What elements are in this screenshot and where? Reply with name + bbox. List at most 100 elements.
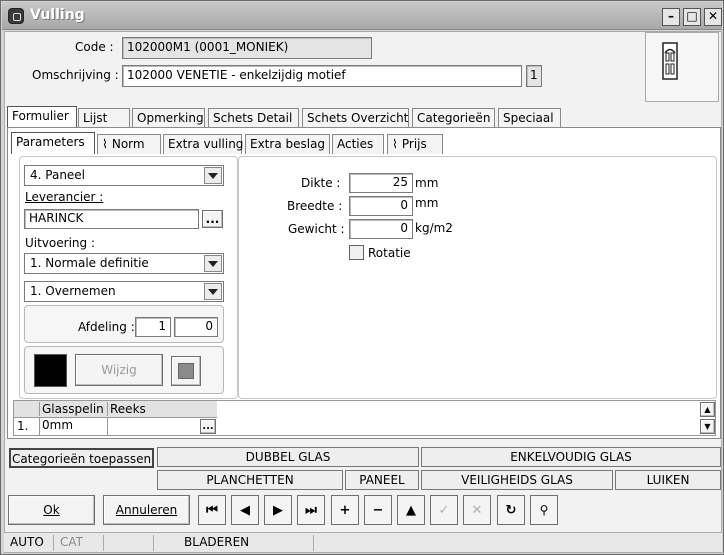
- dikte-field[interactable]: 25: [349, 173, 413, 193]
- close-icon[interactable]: ✕: [704, 8, 722, 26]
- client-area: Code : 102000M1 (0001_MONIEK) Omschrijvi…: [4, 31, 722, 553]
- scroll-down-icon[interactable]: ▼: [700, 419, 715, 434]
- type-combo[interactable]: 4. Paneel: [24, 165, 224, 186]
- omschrijving-field[interactable]: 102000 VENETIE - enkelzijdig motief: [122, 65, 522, 87]
- status-cat: CAT: [54, 535, 104, 551]
- leverancier-browse-button[interactable]: ...: [202, 210, 223, 228]
- glass-grid: Glasspelin Reeks 1. 0mm ... ▲ ▼: [13, 400, 716, 436]
- app-icon: [8, 8, 24, 24]
- tab-schets-overzicht[interactable]: Schets Overzicht: [302, 108, 409, 128]
- cancel-edit-icon[interactable]: ✕: [463, 495, 491, 525]
- uitvoering-label: Uitvoering :: [25, 236, 95, 250]
- code-label: Code :: [75, 40, 114, 54]
- tab-parameters[interactable]: Parameters: [11, 132, 95, 154]
- status-auto: AUTO: [4, 535, 54, 551]
- grid-header-glasspelin[interactable]: Glasspelin: [39, 402, 107, 416]
- maximize-icon[interactable]: □: [683, 8, 701, 26]
- scroll-up-icon[interactable]: ▲: [700, 402, 715, 417]
- row-index: 1.: [17, 419, 29, 433]
- minimize-icon[interactable]: –: [662, 8, 680, 26]
- breedte-field[interactable]: 0: [349, 196, 413, 216]
- window-title: Vulling: [30, 7, 85, 23]
- dikte-label: Dikte :: [301, 176, 341, 190]
- title-bar[interactable]: Vulling – □ ✕: [2, 2, 722, 30]
- ok-label: Ok: [43, 503, 60, 517]
- tab-prijs[interactable]: ⌇ Prijs: [387, 134, 443, 154]
- gewicht-label: Gewicht :: [288, 222, 345, 236]
- cat-luiken-button[interactable]: LUIKEN: [615, 470, 721, 490]
- color-picker-button[interactable]: [171, 356, 201, 386]
- afdeling-label: Afdeling :: [78, 320, 135, 334]
- confirm-icon[interactable]: ✓: [430, 495, 458, 525]
- leverancier-label: Leverancier :: [25, 190, 104, 204]
- grid-header-reeks[interactable]: Reeks: [107, 402, 217, 416]
- overnemen-combo-value: 1. Overnemen: [30, 284, 116, 298]
- parameters-right-group: [238, 156, 717, 399]
- tab-lijst[interactable]: Lijst: [78, 108, 130, 128]
- chevron-down-icon[interactable]: [204, 283, 222, 300]
- uitvoering-combo-value: 1. Normale definitie: [30, 256, 149, 270]
- uitvoering-combo[interactable]: 1. Normale definitie: [24, 253, 224, 274]
- wijzig-button[interactable]: Wijzig: [75, 354, 163, 386]
- tab-categorieen[interactable]: Categorieën: [412, 108, 495, 128]
- annuleren-label: Annuleren: [115, 503, 178, 517]
- code-field[interactable]: 102000M1 (0001_MONIEK): [122, 37, 372, 59]
- grid-header: Glasspelin Reeks: [14, 401, 217, 418]
- tab-schets-detail[interactable]: Schets Detail: [208, 108, 299, 128]
- status-bar: AUTO CAT BLADEREN: [4, 532, 722, 552]
- first-record-icon[interactable]: ⏮: [198, 495, 226, 525]
- add-record-icon[interactable]: +: [331, 495, 359, 525]
- tab-formulier[interactable]: Formulier: [7, 106, 77, 128]
- search-binoculars-icon[interactable]: ⚲: [530, 495, 558, 525]
- tab-extra-vulling[interactable]: Extra vulling: [163, 134, 243, 154]
- cell-browse-button[interactable]: ...: [200, 419, 216, 434]
- tab-speciaal[interactable]: Speciaal: [498, 108, 561, 128]
- tab-prijs-label: Prijs: [401, 137, 427, 151]
- gewicht-unit: kg/m2: [415, 221, 453, 235]
- cat-paneel-button[interactable]: PANEEL: [345, 470, 419, 490]
- cat-planchetten-button[interactable]: PLANCHETTEN: [157, 470, 343, 490]
- annuleren-button[interactable]: Annuleren: [103, 495, 190, 525]
- tab-norm-label: Norm: [111, 137, 145, 151]
- checkbox-box[interactable]: [349, 245, 364, 260]
- omschrijving-count: 1: [526, 65, 542, 87]
- ok-button[interactable]: Ok: [8, 495, 95, 525]
- status-bladeren: BLADEREN: [154, 535, 314, 551]
- paperclip-icon: ⌇: [392, 137, 398, 151]
- cat-veiligheids-glas-button[interactable]: VEILIGHEIDS GLAS: [421, 470, 613, 490]
- delete-record-icon[interactable]: −: [364, 495, 392, 525]
- rotatie-checkbox[interactable]: Rotatie: [349, 245, 411, 260]
- cat-dubbel-glas-button[interactable]: DUBBEL GLAS: [157, 447, 419, 467]
- tab-parameters-label: Parameters: [16, 135, 85, 149]
- gewicht-field[interactable]: 0: [349, 219, 413, 239]
- chevron-down-icon[interactable]: [204, 255, 222, 272]
- last-record-icon[interactable]: ⏭: [297, 495, 325, 525]
- categorieen-toepassen-button[interactable]: Categorieën toepassen: [9, 448, 154, 468]
- color-square-icon: [178, 363, 194, 379]
- dikte-unit: mm: [415, 176, 439, 190]
- next-record-icon[interactable]: ▶: [264, 495, 292, 525]
- previous-record-icon[interactable]: ◀: [231, 495, 259, 525]
- afdeling-from-field[interactable]: 1: [135, 317, 171, 337]
- omschrijving-label: Omschrijving :: [32, 68, 119, 82]
- overnemen-combo[interactable]: 1. Overnemen: [24, 281, 224, 302]
- edit-record-icon[interactable]: ▲: [397, 495, 425, 525]
- color-swatch: [34, 354, 67, 387]
- tab-opmerking[interactable]: Opmerking: [132, 108, 205, 128]
- afdeling-to-field[interactable]: 0: [174, 317, 218, 337]
- paperclip-icon: ⌇: [102, 137, 108, 151]
- breedte-label: Breedte :: [287, 199, 343, 213]
- refresh-icon[interactable]: ↻: [497, 495, 525, 525]
- table-row[interactable]: 1. 0mm ...: [14, 418, 217, 435]
- tab-extra-beslag[interactable]: Extra beslag: [245, 134, 330, 154]
- cat-enkelvoudig-glas-button[interactable]: ENKELVOUDIG GLAS: [421, 447, 721, 467]
- rotatie-label: Rotatie: [368, 245, 411, 260]
- tab-acties[interactable]: Acties: [332, 134, 384, 154]
- tab-norm[interactable]: ⌇ Norm: [97, 134, 161, 154]
- preview-thumbnail: [645, 32, 719, 102]
- leverancier-field[interactable]: HARINCK: [24, 209, 199, 229]
- cell-glasspelin[interactable]: 0mm: [39, 418, 107, 435]
- application-window: Vulling – □ ✕ Code : 102000M1 (0001_MONI…: [0, 0, 724, 555]
- chevron-down-icon[interactable]: [204, 167, 222, 184]
- type-combo-value: 4. Paneel: [30, 168, 86, 182]
